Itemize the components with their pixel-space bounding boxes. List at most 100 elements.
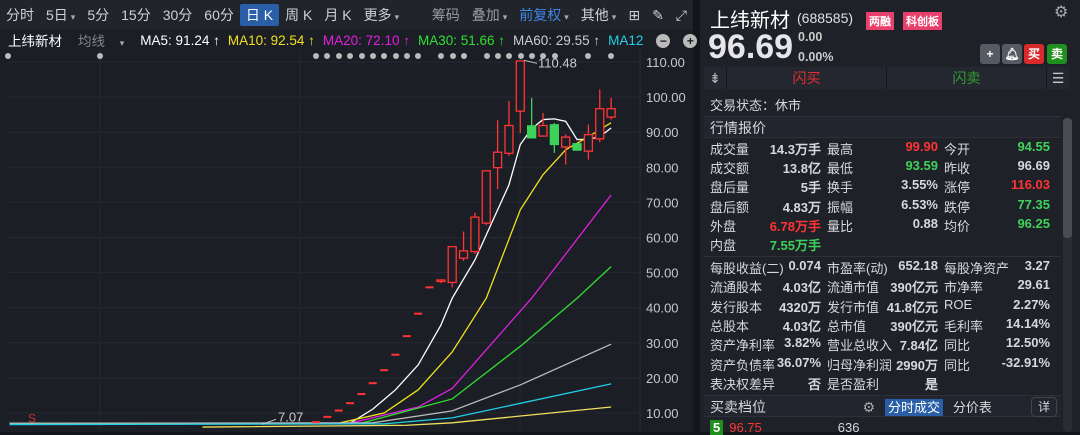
buy-button[interactable]: 买 (1024, 44, 1044, 64)
tab-intraday-trades[interactable]: 分时成交 (885, 399, 944, 416)
quote-cell: 今开 94.55 (944, 139, 1050, 158)
quote-value: 6.78万手 (769, 218, 821, 234)
fundamentals-cell: 是否盈利 是 (827, 374, 944, 393)
ma30-value: MA30: 51.66 ↑ (417, 32, 506, 48)
add-watchlist-button[interactable]: + (980, 44, 1000, 64)
indicator-type-dropdown[interactable]: 均线 ▾ (78, 30, 132, 50)
candle-body (436, 279, 446, 283)
quote-value: 94.55 (1017, 139, 1050, 154)
fundamentals-label: 归母净利润 (827, 357, 893, 373)
orderbook-title: 买卖档位 (710, 399, 766, 415)
more-dropdown[interactable]: 更多 ▾ (358, 4, 406, 26)
event-dot (438, 53, 444, 59)
event-dot (484, 53, 490, 59)
quote-row: 盘后量 5手 换手 3.55% 涨停 116.03 (710, 177, 1050, 196)
margin-badge: 两融 (866, 12, 894, 30)
fullscreen-icon[interactable]: ⤢ (670, 4, 693, 26)
fundamentals-cell: 市净率 29.61 (944, 277, 1050, 296)
quote-value: 3.55% (901, 177, 938, 193)
other-dropdown[interactable]: 其他 ▾ (575, 4, 623, 26)
kline-chart[interactable]: 110.00 100.00 90.00 80.00 70.00 60.00 50.00 40.… (0, 50, 693, 432)
flash-buy-button[interactable]: 闪买 (727, 67, 886, 89)
y-tick-label: 40.00 (646, 301, 679, 316)
quote-label: 最高 (827, 142, 854, 157)
quote-cell (827, 235, 944, 254)
fundamentals-label: 每股收益(二) (710, 261, 784, 276)
kline-panel: 分时 5日 ▾ 5分 15分 30分 60分 日 K 周 K 月 K 更多 ▾ 筹码… (0, 0, 752, 432)
sell-button[interactable]: 卖 (1047, 44, 1067, 64)
gear-icon[interactable]: ⚙ (862, 396, 875, 418)
event-dot (5, 53, 11, 59)
high-price-label: 110.48 (538, 55, 577, 70)
menu-icon[interactable]: ☰ (1047, 67, 1069, 89)
fundamentals-row: 流通股本 4.03亿 流通市值 390亿元 市净率 29.61 (710, 277, 1050, 296)
chevron-down-icon: ▾ (119, 38, 125, 48)
scrollbar[interactable] (1063, 118, 1072, 432)
ma120-value: MA12 (608, 32, 644, 48)
event-dot (336, 53, 342, 59)
candle-body (538, 124, 548, 137)
fundamentals-cell: 总股本 4.03亿 (710, 316, 827, 335)
minus-circle-icon[interactable]: − (656, 33, 671, 48)
detail-button[interactable]: 详 (1030, 397, 1057, 417)
y-tick-label: 50.00 (646, 266, 679, 281)
tab-5day[interactable]: 5日 ▾ (40, 4, 81, 26)
candle-body (515, 60, 525, 112)
brush-icon[interactable]: ✎ (646, 4, 670, 26)
other-label: 其他 (580, 7, 609, 23)
flash-sell-button[interactable]: 闪卖 (887, 67, 1046, 89)
tab-monthly-k[interactable]: 月 K (318, 4, 357, 26)
event-dot (359, 53, 365, 59)
y-tick-label: 80.00 (646, 160, 679, 175)
quote-cell: 成交额 13.8亿 (710, 158, 827, 177)
fundamentals-cell: 发行市值 41.8亿元 (827, 297, 944, 316)
event-dot (415, 53, 421, 59)
quote-row: 外盘 6.78万手 量比 0.88 均价 96.25 (710, 216, 1050, 235)
event-dot (450, 53, 456, 59)
candle-body (527, 125, 537, 139)
tab-5min[interactable]: 5分 (81, 4, 115, 26)
quote-label: 今开 (944, 142, 971, 157)
tab-price-table[interactable]: 分价表 (953, 400, 992, 415)
fundamentals-value: 2.27% (1013, 296, 1050, 312)
collapse-icon[interactable]: ⇟ (704, 67, 726, 89)
event-dot (97, 53, 103, 59)
fundamentals-label: 表决权差异 (710, 376, 776, 392)
quote-value: 93.59 (905, 158, 938, 174)
quote-label: 涨停 (944, 180, 971, 196)
quote-label: 昨收 (944, 161, 971, 177)
fundamentals-value: 3.27 (1024, 258, 1050, 273)
overlay-dropdown[interactable]: 叠加 ▾ (466, 4, 514, 26)
gear-icon[interactable]: ⚙ (1054, 2, 1068, 22)
tab-30min[interactable]: 30分 (157, 4, 199, 26)
quote-label: 成交量 (710, 142, 750, 157)
fundamentals-cell: 发行股本 4320万 (710, 297, 827, 316)
fundamentals-cell: 资产负债率 36.07% (710, 355, 827, 374)
tab-intraday[interactable]: 分时 (0, 4, 40, 26)
quote-row: 成交量 14.3万手 最高 99.90 今开 94.55 (710, 139, 1050, 158)
plus-circle-icon[interactable]: + (683, 33, 698, 48)
chevron-down-icon: ▾ (611, 12, 617, 22)
more-label: 更多 (363, 7, 392, 23)
tab-weekly-k[interactable]: 周 K (279, 4, 318, 26)
fundamentals-label: 资产负债率 (710, 357, 776, 373)
tab-15min[interactable]: 15分 (115, 4, 157, 26)
quote-cell: 最低 93.59 (827, 158, 944, 177)
quote-label: 内盘 (710, 238, 737, 253)
y-tick-label: 90.00 (646, 125, 679, 140)
fundamentals-label: 市盈率(动) (827, 261, 888, 276)
tab-daily-k[interactable]: 日 K (239, 4, 280, 26)
bell-icon[interactable]: 🔔︎ (1002, 44, 1022, 64)
quote-label: 盘后量 (710, 180, 750, 196)
quote-cell: 涨停 116.03 (944, 177, 1050, 196)
fundamentals-cell: 营业总收入 7.84亿 (827, 335, 944, 354)
quote-label: 外盘 (710, 218, 737, 234)
fundamentals-cell: 同比 12.50% (944, 335, 1050, 354)
fundamentals-label: 流通股本 (710, 280, 763, 296)
event-dot (370, 53, 376, 59)
adjust-dropdown[interactable]: 前复权 ▾ (513, 4, 575, 26)
layout-grid-icon[interactable]: ⊞ (622, 4, 646, 26)
tab-60min[interactable]: 60分 (198, 4, 240, 26)
fundamentals-value: 652.18 (898, 258, 938, 273)
chips-button[interactable]: 筹码 (426, 4, 466, 26)
